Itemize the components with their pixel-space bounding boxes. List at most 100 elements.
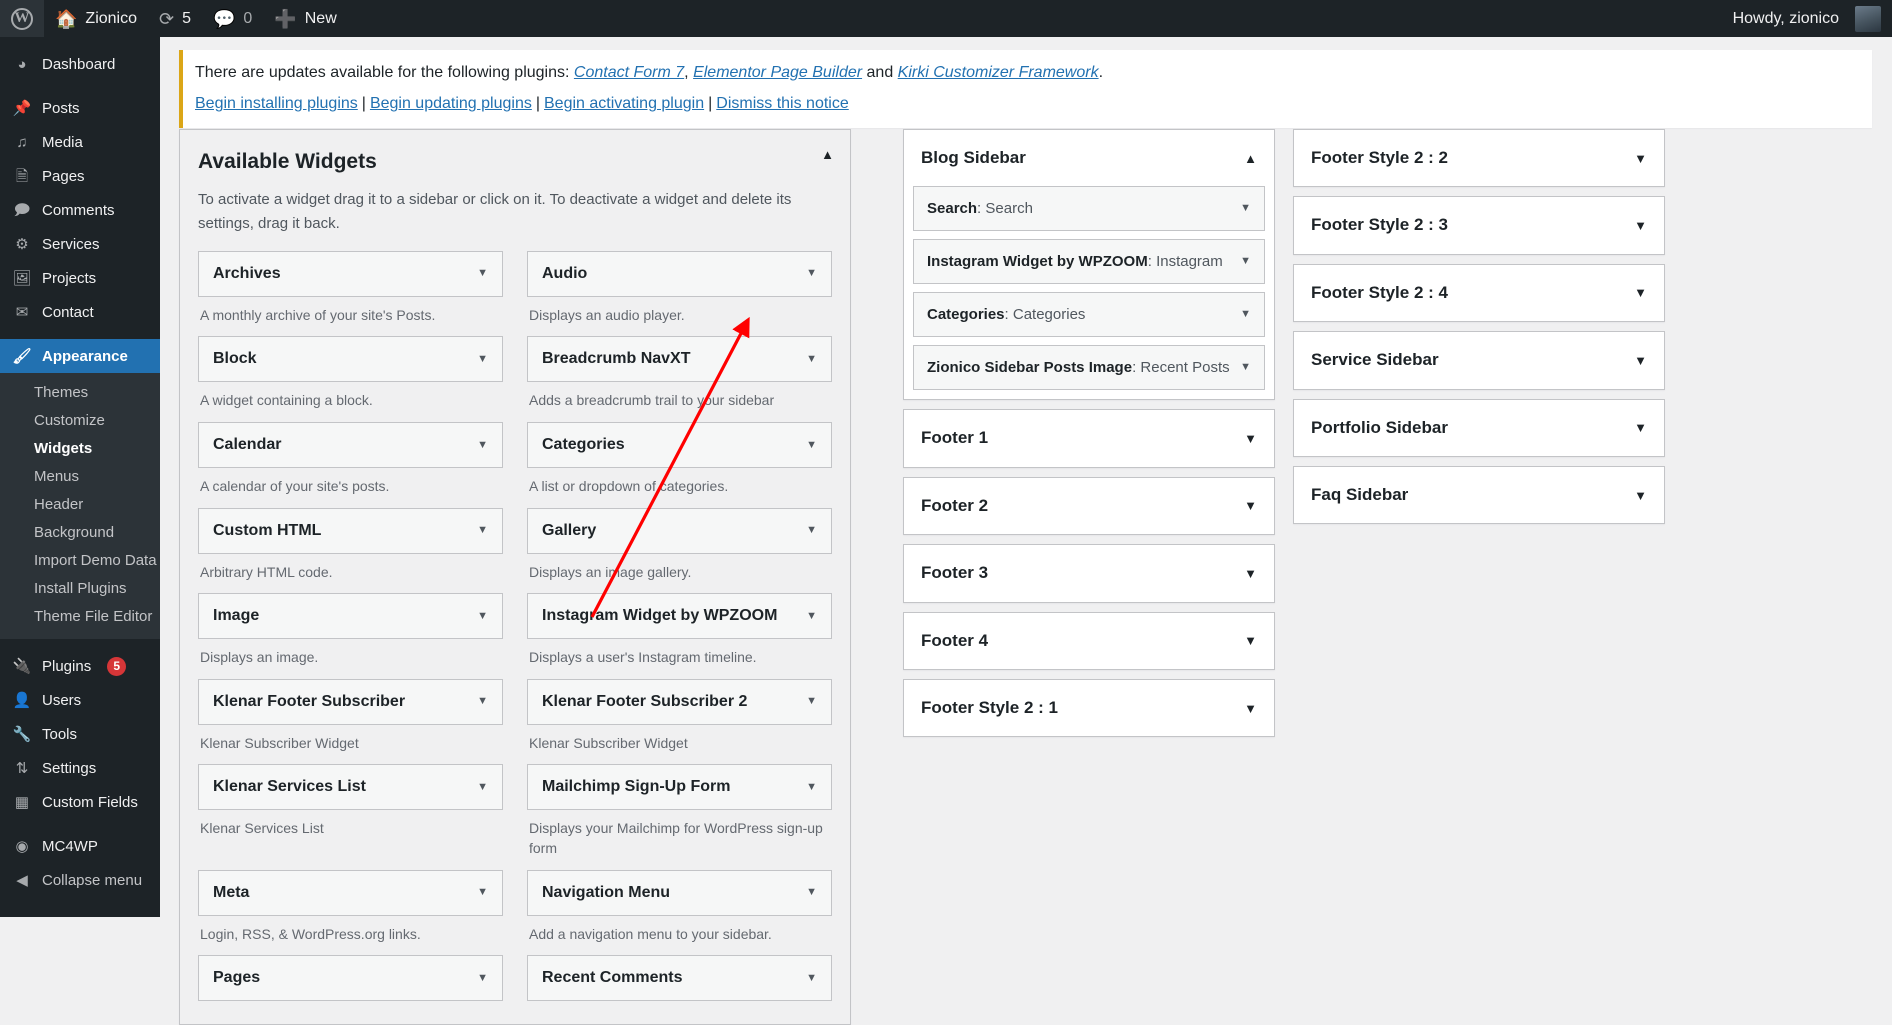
sidebar-item-users[interactable]: 👤 Users — [0, 683, 160, 717]
caret-down-icon[interactable]: ▼ — [1240, 309, 1251, 320]
sidebar-panel-header[interactable]: Faq Sidebar ▼ — [1294, 467, 1664, 523]
sidebar-panel-header[interactable]: Blog Sidebar ▲ — [904, 130, 1274, 186]
sidebar-panel-header[interactable]: Footer Style 2 : 2 ▼ — [1294, 130, 1664, 186]
notice-plugin-link-contact-form-7[interactable]: Contact Form 7 — [574, 64, 684, 81]
notice-plugin-link-kirki[interactable]: Kirki Customizer Framework — [898, 64, 1099, 81]
available-widget-custom-html[interactable]: Custom HTML ▼ — [198, 507, 503, 554]
sidebar-panel-header[interactable]: Footer 2 ▼ — [904, 478, 1274, 534]
updates-menu[interactable]: ⟳ 5 — [148, 0, 202, 37]
caret-down-icon[interactable]: ▼ — [477, 696, 488, 707]
caret-down-icon[interactable]: ▼ — [806, 353, 817, 365]
caret-down-icon[interactable]: ▼ — [477, 525, 488, 536]
caret-down-icon[interactable]: ▼ — [806, 268, 817, 279]
available-widget-block[interactable]: Block ▼ — [198, 336, 503, 383]
caret-down-icon[interactable]: ▼ — [806, 696, 817, 707]
sidebar-item-projects[interactable]: 🖼 Projects — [0, 261, 160, 295]
caret-down-icon[interactable]: ▼ — [806, 972, 817, 984]
caret-down-icon[interactable]: ▼ — [806, 887, 817, 898]
sidebar-item-comments[interactable]: 🗩 Comments — [0, 193, 160, 227]
sidebar-panel-header[interactable]: Portfolio Sidebar ▼ — [1294, 400, 1664, 456]
caret-down-icon[interactable]: ▼ — [806, 610, 817, 622]
caret-down-icon[interactable]: ▼ — [477, 781, 488, 793]
sidebar-panel-header[interactable]: Footer 3 ▼ — [904, 545, 1274, 601]
sidebar-item-contact[interactable]: ✉ Contact — [0, 295, 160, 329]
submenu-item-import-demo-data[interactable]: Import Demo Data — [0, 547, 160, 575]
caret-down-icon[interactable]: ▼ — [1634, 421, 1647, 434]
available-widget-meta[interactable]: Meta ▼ — [198, 869, 503, 916]
available-widget-calendar[interactable]: Calendar ▼ — [198, 422, 503, 469]
available-widget-klenar-footer-subscriber-2[interactable]: Klenar Footer Subscriber 2 ▼ — [527, 678, 832, 725]
sidebar-item-dashboard[interactable]: ◕ Dashboard — [0, 47, 160, 81]
submenu-item-customize[interactable]: Customize — [0, 407, 160, 435]
available-widget-archives[interactable]: Archives ▼ — [198, 250, 503, 297]
available-widgets-collapse-toggle[interactable]: ▲ — [821, 148, 834, 161]
caret-down-icon[interactable]: ▼ — [477, 353, 488, 365]
caret-down-icon[interactable]: ▼ — [1634, 219, 1647, 232]
caret-down-icon[interactable]: ▼ — [477, 439, 488, 451]
available-widget-audio[interactable]: Audio ▼ — [527, 250, 832, 297]
sidebar-item-services[interactable]: ⚙ Services — [0, 227, 160, 261]
caret-down-icon[interactable]: ▼ — [1634, 152, 1647, 165]
submenu-item-install-plugins[interactable]: Install Plugins — [0, 575, 160, 603]
submenu-item-themes[interactable]: Themes — [0, 379, 160, 407]
caret-down-icon[interactable]: ▼ — [806, 525, 817, 536]
caret-down-icon[interactable]: ▼ — [806, 781, 817, 793]
caret-down-icon[interactable]: ▼ — [1634, 354, 1647, 367]
sidebar-item-plugins[interactable]: 🔌 Plugins 5 — [0, 649, 160, 683]
sidebar-panel-header[interactable]: Footer Style 2 : 1 ▼ — [904, 680, 1274, 736]
my-account-menu[interactable]: Howdy, zionico — [1722, 0, 1892, 37]
available-widget-pages[interactable]: Pages ▼ — [198, 955, 503, 1002]
sidebar-item-custom-fields[interactable]: ▦ Custom Fields — [0, 785, 160, 819]
available-widget-breadcrumb-navxt[interactable]: Breadcrumb NavXT ▼ — [527, 336, 832, 383]
available-widget-klenar-services-list[interactable]: Klenar Services List ▼ — [198, 764, 503, 811]
available-widget-klenar-footer-subscriber[interactable]: Klenar Footer Subscriber ▼ — [198, 678, 503, 725]
available-widget-recent-comments[interactable]: Recent Comments ▼ — [527, 955, 832, 1002]
available-widget-instagram-widget-by-wpzoom[interactable]: Instagram Widget by WPZOOM ▼ — [527, 593, 832, 640]
caret-down-icon[interactable]: ▼ — [1244, 634, 1257, 647]
collapse-menu-button[interactable]: ◀ Collapse menu — [0, 863, 160, 897]
available-widget-navigation-menu[interactable]: Navigation Menu ▼ — [527, 869, 832, 916]
sidebar-panel-header[interactable]: Service Sidebar ▼ — [1294, 332, 1664, 388]
available-widget-image[interactable]: Image ▼ — [198, 593, 503, 640]
submenu-item-background[interactable]: Background — [0, 519, 160, 547]
sidebar-panel-header[interactable]: Footer Style 2 : 3 ▼ — [1294, 197, 1664, 253]
new-content-menu[interactable]: ➕ New — [263, 0, 347, 37]
submenu-item-menus[interactable]: Menus — [0, 463, 160, 491]
site-name-menu[interactable]: 🏠 Zionico — [44, 0, 148, 37]
assigned-widget-search[interactable]: Search: Search ▼ — [913, 186, 1265, 232]
available-widget-categories[interactable]: Categories ▼ — [527, 422, 832, 469]
available-widget-mailchimp-sign-up-form[interactable]: Mailchimp Sign-Up Form ▼ — [527, 764, 832, 811]
caret-down-icon[interactable]: ▼ — [477, 610, 488, 622]
caret-down-icon[interactable]: ▼ — [1244, 432, 1257, 445]
sidebar-item-media[interactable]: ♫ Media — [0, 125, 160, 159]
caret-down-icon[interactable]: ▼ — [1634, 489, 1647, 502]
assigned-widget-instagram-widget-by-wpzoom[interactable]: Instagram Widget by WPZOOM: Instagram ▼ — [913, 239, 1265, 285]
available-widget-gallery[interactable]: Gallery ▼ — [527, 507, 832, 554]
sidebar-item-posts[interactable]: 📌 Posts — [0, 91, 160, 125]
sidebar-panel-header[interactable]: Footer Style 2 : 4 ▼ — [1294, 265, 1664, 321]
sidebar-item-tools[interactable]: 🔧 Tools — [0, 717, 160, 751]
comments-menu[interactable]: 💬 0 — [202, 0, 263, 37]
caret-down-icon[interactable]: ▼ — [1244, 702, 1257, 715]
caret-down-icon[interactable]: ▼ — [1240, 256, 1251, 267]
caret-down-icon[interactable]: ▼ — [806, 439, 817, 451]
submenu-item-theme-file-editor[interactable]: Theme File Editor — [0, 603, 160, 631]
caret-down-icon[interactable]: ▼ — [477, 972, 488, 984]
caret-down-icon[interactable]: ▼ — [1240, 203, 1251, 214]
caret-down-icon[interactable]: ▼ — [1240, 362, 1251, 373]
assigned-widget-zionico-sidebar-posts-image[interactable]: Zionico Sidebar Posts Image: Recent Post… — [913, 345, 1265, 391]
submenu-item-widgets[interactable]: Widgets — [0, 435, 160, 463]
sidebar-item-settings[interactable]: ⇅ Settings — [0, 751, 160, 785]
caret-down-icon[interactable]: ▼ — [1634, 286, 1647, 299]
sidebar-item-mc4wp[interactable]: ◉ MC4WP — [0, 829, 160, 863]
caret-down-icon[interactable]: ▼ — [477, 887, 488, 898]
assigned-widget-categories[interactable]: Categories: Categories ▼ — [913, 292, 1265, 338]
sidebar-item-pages[interactable]: 🗎 Pages — [0, 159, 160, 193]
caret-down-icon[interactable]: ▼ — [477, 268, 488, 279]
caret-up-icon[interactable]: ▲ — [1244, 152, 1257, 165]
caret-down-icon[interactable]: ▼ — [1244, 567, 1257, 580]
sidebar-item-appearance[interactable]: 🖌 Appearance — [0, 339, 168, 373]
sidebar-panel-header[interactable]: Footer 1 ▼ — [904, 410, 1274, 466]
submenu-item-header[interactable]: Header — [0, 491, 160, 519]
caret-down-icon[interactable]: ▼ — [1244, 499, 1257, 512]
